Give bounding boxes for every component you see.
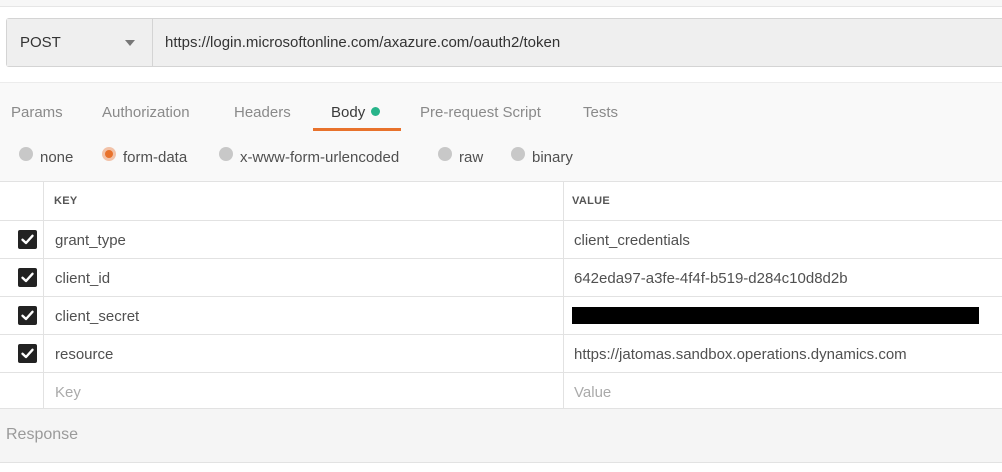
radio-label-x-www-form-urlencoded[interactable]: x-www-form-urlencoded <box>240 149 399 166</box>
column-header-value: VALUE <box>572 195 610 207</box>
radio-form-data[interactable] <box>102 147 116 161</box>
column-divider <box>563 221 564 258</box>
body-type-selector: none form-data x-www-form-urlencoded raw… <box>0 133 1002 181</box>
method-dropdown[interactable]: POST <box>7 19 153 66</box>
new-table-row: Key Value <box>0 372 1002 410</box>
table-row: client_secret <box>0 296 1002 334</box>
response-label: Response <box>6 426 79 443</box>
key-cell[interactable]: grant_type <box>55 232 126 249</box>
redacted-value-cell[interactable] <box>572 307 979 324</box>
row-checkbox[interactable] <box>18 230 37 249</box>
table-row: resource https://jatomas.sandbox.operati… <box>0 334 1002 372</box>
table-row: grant_type client_credentials <box>0 220 1002 258</box>
new-key-input[interactable]: Key <box>55 384 81 401</box>
tab-tests[interactable]: Tests <box>583 104 618 121</box>
column-divider <box>563 335 564 372</box>
key-cell[interactable]: client_secret <box>55 308 139 325</box>
checkmark-icon <box>21 272 34 283</box>
tab-params[interactable]: Params <box>11 104 63 121</box>
checkmark-icon <box>21 348 34 359</box>
radio-x-www-form-urlencoded[interactable] <box>219 147 233 161</box>
radio-none[interactable] <box>19 147 33 161</box>
url-input[interactable]: https://login.microsoftonline.com/axazur… <box>165 34 560 51</box>
tab-pre-request-script[interactable]: Pre-request Script <box>420 104 541 121</box>
table-row: client_id 642eda97-a3fe-4f4f-b519-d284c1… <box>0 258 1002 296</box>
row-checkbox[interactable] <box>18 306 37 325</box>
tab-authorization[interactable]: Authorization <box>102 104 190 121</box>
value-cell[interactable]: client_credentials <box>574 232 690 249</box>
tab-headers[interactable]: Headers <box>234 104 291 121</box>
new-value-input[interactable]: Value <box>574 384 611 401</box>
value-cell[interactable]: 642eda97-a3fe-4f4f-b519-d284c10d8d2b <box>574 270 848 287</box>
column-divider <box>563 373 564 410</box>
active-tab-underline <box>313 128 401 131</box>
method-label: POST <box>20 34 61 51</box>
column-divider <box>43 182 44 220</box>
key-cell[interactable]: client_id <box>55 270 110 287</box>
radio-binary[interactable] <box>511 147 525 161</box>
column-divider <box>43 259 44 296</box>
status-dot-icon <box>371 107 381 116</box>
radio-label-binary[interactable]: binary <box>532 149 573 166</box>
radio-label-form-data[interactable]: form-data <box>123 149 187 166</box>
table-header-row: KEY VALUE <box>0 181 1002 220</box>
column-divider <box>43 297 44 334</box>
radio-label-raw[interactable]: raw <box>459 149 483 166</box>
checkmark-icon <box>21 310 34 321</box>
column-divider <box>43 221 44 258</box>
radio-label-none[interactable]: none <box>40 149 73 166</box>
tab-body[interactable]: Body <box>331 104 381 121</box>
column-divider <box>43 335 44 372</box>
response-panel: Response <box>0 408 1002 463</box>
request-bar: POST https://login.microsoftonline.com/a… <box>6 18 1002 67</box>
request-tabs: Params Authorization Headers Body Pre-re… <box>0 82 1002 133</box>
key-cell[interactable]: resource <box>55 346 113 363</box>
value-cell[interactable]: https://jatomas.sandbox.operations.dynam… <box>574 346 907 363</box>
checkmark-icon <box>21 234 34 245</box>
row-checkbox[interactable] <box>18 268 37 287</box>
column-header-key: KEY <box>54 195 78 207</box>
column-divider <box>43 373 44 410</box>
tab-body-label: Body <box>331 104 366 121</box>
top-strip <box>0 0 1002 7</box>
radio-raw[interactable] <box>438 147 452 161</box>
column-divider <box>563 259 564 296</box>
row-checkbox[interactable] <box>18 344 37 363</box>
column-divider <box>563 182 564 220</box>
column-divider <box>563 297 564 334</box>
chevron-down-icon <box>125 40 135 46</box>
